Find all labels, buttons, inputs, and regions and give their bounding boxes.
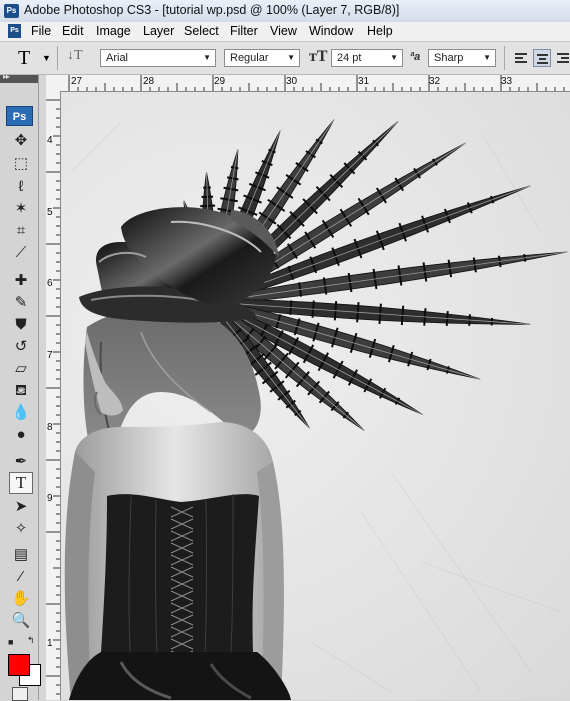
- ruler-origin[interactable]: [46, 75, 61, 92]
- font-size-value: 24 pt: [337, 52, 361, 64]
- menu-layer[interactable]: Layer: [143, 24, 174, 38]
- custom-shape-tool-icon[interactable]: ✧: [9, 518, 33, 540]
- ruler-ticks: [46, 91, 60, 700]
- chevron-down-icon: ▼: [483, 53, 491, 62]
- ruler-label: 30: [286, 76, 297, 87]
- ruler-label: 8: [47, 422, 53, 433]
- divider: [57, 46, 58, 70]
- chevron-down-icon: ▼: [390, 53, 398, 62]
- marquee-tool-icon[interactable]: ⬚: [9, 153, 33, 175]
- default-colors-icon[interactable]: ■: [8, 637, 13, 647]
- swap-colors-icon[interactable]: ↰: [27, 635, 35, 646]
- align-right-button[interactable]: [554, 49, 570, 67]
- zoom-tool-icon[interactable]: 🔍: [9, 610, 33, 632]
- type-tool-preset-icon[interactable]: T: [18, 47, 30, 70]
- paint-bucket-tool-icon[interactable]: ⛾: [9, 380, 33, 402]
- ruler-label: 31: [358, 76, 369, 87]
- ruler-label: 1: [47, 638, 53, 649]
- align-left-button[interactable]: [512, 49, 530, 67]
- font-size-icon: ᴛT: [309, 48, 328, 66]
- healing-brush-tool-icon[interactable]: ✚: [9, 270, 33, 292]
- photoshop-app-icon: Ps: [4, 4, 19, 18]
- horizontal-ruler[interactable]: 27 28 29 30 31 32 33: [60, 75, 570, 92]
- ruler-label: 28: [143, 76, 154, 87]
- ruler-label: 7: [47, 350, 53, 361]
- divider: [504, 46, 505, 70]
- ruler-ticks: [60, 75, 570, 91]
- font-style-select[interactable]: Regular ▼: [224, 49, 300, 67]
- tool-preset-dropdown-icon[interactable]: ▼: [42, 53, 51, 63]
- window-title: Adobe Photoshop CS3 - [tutorial wp.psd @…: [24, 3, 399, 17]
- tools-panel-header[interactable]: ▸▸: [0, 75, 38, 83]
- antialias-select[interactable]: Sharp ▼: [428, 49, 496, 67]
- foreground-color-swatch[interactable]: [8, 654, 30, 676]
- blur-tool-icon[interactable]: 💧: [9, 402, 33, 424]
- antialias-value: Sharp: [434, 52, 463, 64]
- options-bar: T ▼ ↓T Arial ▼ Regular ▼ ᴛT 24 pt ▼ ªa S…: [0, 42, 570, 75]
- menu-help[interactable]: Help: [367, 24, 393, 38]
- ruler-label: 6: [47, 278, 53, 289]
- ruler-label: 33: [501, 76, 512, 87]
- vertical-ruler[interactable]: 4 5 6 7 8 9 1: [46, 91, 61, 700]
- slice-tool-icon[interactable]: ⟋: [9, 242, 33, 264]
- crop-tool-icon[interactable]: ⌗: [9, 220, 33, 242]
- chevron-down-icon: ▼: [287, 53, 295, 62]
- document-icon[interactable]: Ps: [8, 24, 21, 38]
- dodge-tool-icon[interactable]: ●: [9, 424, 33, 446]
- menu-bar: Ps File Edit Image Layer Select Filter V…: [0, 22, 570, 42]
- ruler-label: 32: [429, 76, 440, 87]
- ruler-label: 29: [214, 76, 225, 87]
- font-style-value: Regular: [230, 52, 269, 64]
- menu-filter[interactable]: Filter: [230, 24, 258, 38]
- ruler-label: 5: [47, 207, 53, 218]
- document-canvas[interactable]: [61, 92, 570, 700]
- type-tool-icon[interactable]: T: [9, 472, 33, 494]
- notes-tool-icon[interactable]: ▤: [9, 544, 33, 566]
- artwork-illustration: [61, 92, 570, 700]
- eyedropper-tool-icon[interactable]: ⁄: [9, 566, 33, 588]
- history-brush-tool-icon[interactable]: ↺: [9, 336, 33, 358]
- menu-image[interactable]: Image: [96, 24, 131, 38]
- menu-select[interactable]: Select: [184, 24, 219, 38]
- menu-view[interactable]: View: [270, 24, 297, 38]
- eraser-tool-icon[interactable]: ▱: [9, 358, 33, 380]
- ruler-label: 27: [71, 76, 82, 87]
- menu-edit[interactable]: Edit: [62, 24, 84, 38]
- align-center-button[interactable]: [533, 49, 551, 67]
- antialias-icon: ªa: [410, 51, 420, 63]
- brush-tool-icon[interactable]: ✎: [9, 292, 33, 314]
- font-size-select[interactable]: 24 pt ▼: [331, 49, 403, 67]
- quick-mask-button[interactable]: [12, 687, 28, 701]
- text-orientation-icon[interactable]: ↓T: [67, 48, 83, 64]
- font-family-select[interactable]: Arial ▼: [100, 49, 216, 67]
- font-family-value: Arial: [106, 52, 128, 64]
- title-bar: Ps Adobe Photoshop CS3 - [tutorial wp.ps…: [0, 0, 570, 23]
- menu-window[interactable]: Window: [309, 24, 353, 38]
- ruler-label: 9: [47, 493, 53, 504]
- ruler-label: 4: [47, 135, 53, 146]
- chevron-down-icon: ▼: [203, 53, 211, 62]
- tools-panel: ▸▸ Ps ✥ ⬚ ℓ ✶ ⌗ ⟋ ✚ ✎ ⛊ ↺ ▱ ⛾ 💧 ● ✒ T ➤ …: [0, 75, 39, 700]
- pen-tool-icon[interactable]: ✒: [9, 451, 33, 473]
- magic-wand-tool-icon[interactable]: ✶: [9, 198, 33, 220]
- menu-file[interactable]: File: [31, 24, 51, 38]
- path-selection-tool-icon[interactable]: ➤: [9, 496, 33, 518]
- clone-stamp-tool-icon[interactable]: ⛊: [9, 314, 33, 336]
- photoshop-logo-button[interactable]: Ps: [6, 106, 33, 126]
- lasso-tool-icon[interactable]: ℓ: [9, 176, 33, 198]
- move-tool-icon[interactable]: ✥: [9, 130, 33, 152]
- hand-tool-icon[interactable]: ✋: [9, 588, 33, 610]
